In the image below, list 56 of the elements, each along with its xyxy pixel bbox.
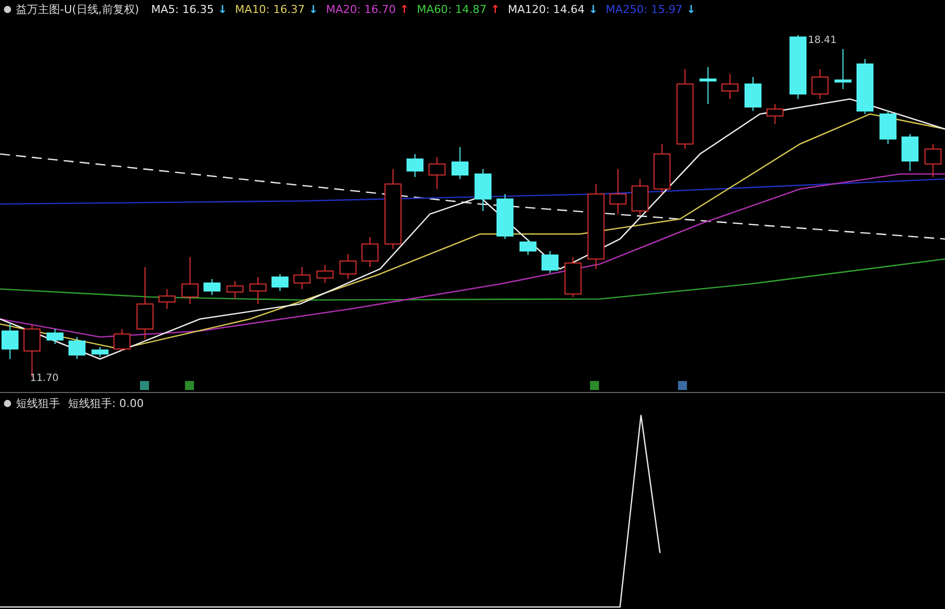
candlestick — [766, 104, 784, 124]
ma-value: MA10: 16.37 — [235, 3, 305, 16]
candlestick — [250, 276, 266, 304]
ma-value: MA5: 16.35 — [151, 3, 214, 16]
candlestick — [46, 328, 64, 344]
candlestick — [834, 48, 852, 90]
candlestick — [272, 274, 288, 292]
candlestick — [316, 264, 334, 284]
candlestick — [428, 156, 446, 190]
candlestick — [902, 134, 918, 172]
circle-icon — [3, 5, 12, 14]
candlestick — [340, 254, 356, 280]
candlestick — [632, 178, 648, 216]
candlestick — [158, 288, 176, 310]
candlestick — [362, 236, 378, 268]
candlestick — [722, 74, 738, 100]
candlestick — [790, 34, 806, 100]
candlestick — [294, 266, 310, 290]
candlestick — [114, 328, 130, 352]
candlestick — [654, 144, 670, 194]
candlestick — [68, 336, 86, 360]
candlestick — [610, 168, 626, 214]
high-price-label: 18.41 — [808, 35, 837, 46]
trend-arrow: ↓ — [588, 3, 598, 16]
trend-arrow: ↓ — [308, 3, 318, 16]
ma-value: MA250: 15.97 — [606, 3, 683, 16]
candlestick — [406, 154, 424, 178]
candlestick — [2, 324, 18, 360]
candlestick — [92, 346, 108, 358]
candlestick — [744, 76, 762, 112]
candlestick — [700, 66, 716, 104]
candlestick — [856, 58, 874, 114]
candlestick — [496, 194, 514, 240]
ma-value: MA20: 16.70 — [326, 3, 396, 16]
ma-value: MA120: 14.64 — [508, 3, 585, 16]
candlestick — [474, 168, 492, 212]
candlestick — [182, 256, 198, 304]
circle-icon — [3, 398, 12, 408]
ma-value: MA60: 14.87 — [416, 3, 487, 16]
indicator-reading: 短线狙手: 0.00 — [68, 396, 144, 410]
candlestick — [226, 280, 244, 300]
trend-arrow: ↑ — [490, 3, 500, 16]
candlestick — [542, 250, 558, 274]
candlestick — [924, 144, 942, 178]
indicator-title: 短线狙手 — [16, 396, 60, 410]
candlestick — [452, 146, 468, 180]
indicator-title: 益万主图-U(日线,前复权) — [16, 2, 140, 17]
candlestick — [520, 238, 536, 256]
trend-arrow: ↓ — [218, 3, 228, 16]
candlestick — [880, 110, 896, 144]
candlestick — [812, 68, 828, 100]
low-price-label: 11.70 — [30, 373, 59, 384]
trend-arrow: ↑ — [400, 3, 409, 16]
candlestick — [204, 278, 220, 296]
candlestick — [564, 256, 582, 298]
trend-arrow: ↓ — [686, 3, 696, 16]
